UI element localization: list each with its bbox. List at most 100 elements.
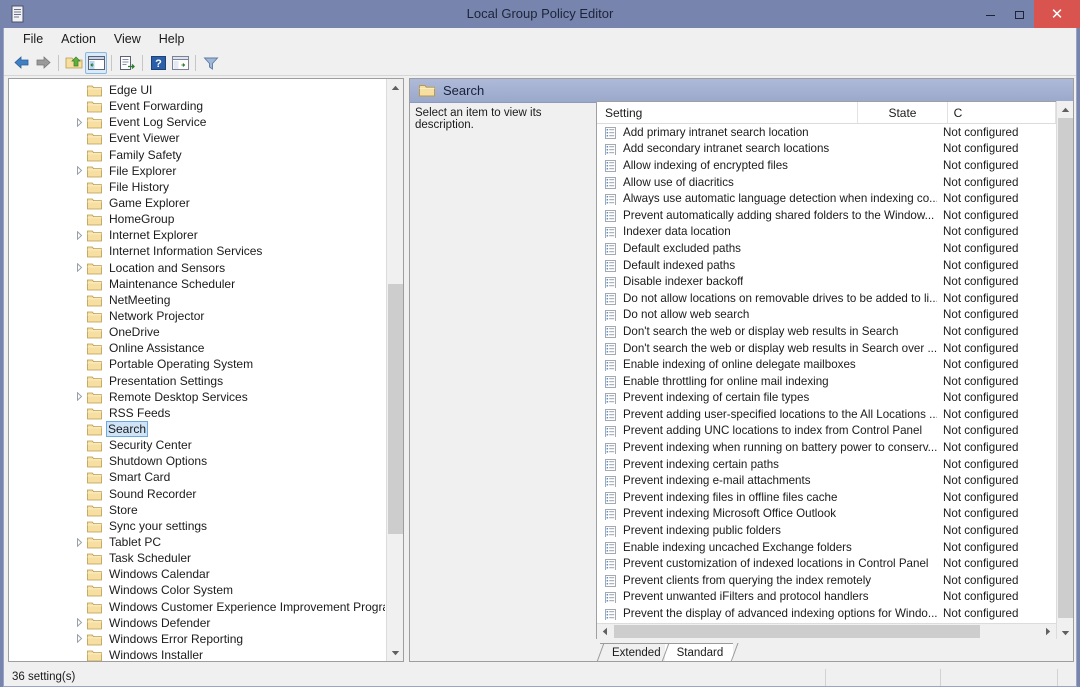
tree-item-search[interactable]: Search xyxy=(9,421,385,438)
setting-row[interactable]: Prevent indexing of certain file types No… xyxy=(597,390,1056,407)
tree-item-internet-explorer[interactable]: Internet Explorer xyxy=(9,227,385,243)
setting-row[interactable]: Prevent indexing public folders Not confi… xyxy=(597,522,1056,539)
tree-item-rss-feeds[interactable]: RSS Feeds xyxy=(9,405,385,421)
setting-row[interactable]: Do not allow web search Not configured xyxy=(597,307,1056,324)
setting-row[interactable]: Prevent indexing certain paths Not config… xyxy=(597,456,1056,473)
hscroll-right-button[interactable] xyxy=(1040,624,1056,639)
menu-action[interactable]: Action xyxy=(52,30,105,48)
setting-row[interactable]: Always use automatic language detection … xyxy=(597,190,1056,207)
tree-item-internet-information-services[interactable]: Internet Information Services xyxy=(9,243,385,259)
setting-row[interactable]: Enable indexing uncached Exchange folder… xyxy=(597,539,1056,556)
chevron-right-icon[interactable] xyxy=(75,166,84,176)
tree-item-windows-color-system[interactable]: Windows Color System xyxy=(9,582,385,598)
tree-item-file-explorer[interactable]: File Explorer xyxy=(9,163,385,179)
tree-item-windows-defender[interactable]: Windows Defender xyxy=(9,615,385,631)
tree-vertical-scrollbar[interactable] xyxy=(386,79,403,661)
help-button[interactable]: ? xyxy=(147,52,169,74)
tree-scrollbar-thumb[interactable] xyxy=(388,284,403,534)
tree-item-store[interactable]: Store xyxy=(9,502,385,518)
chevron-right-icon[interactable] xyxy=(75,618,84,628)
tree-item-portable-operating-system[interactable]: Portable Operating System xyxy=(9,356,385,372)
chevron-right-icon[interactable] xyxy=(75,117,84,127)
tree-item-shutdown-options[interactable]: Shutdown Options xyxy=(9,453,385,469)
tree-item-network-projector[interactable]: Network Projector xyxy=(9,308,385,324)
tree-item-netmeeting[interactable]: NetMeeting xyxy=(9,292,385,308)
tree-item-game-explorer[interactable]: Game Explorer xyxy=(9,195,385,211)
setting-row[interactable]: Default indexed paths Not configured xyxy=(597,257,1056,274)
tree-item-online-assistance[interactable]: Online Assistance xyxy=(9,340,385,356)
setting-row[interactable]: Prevent clients from querying the index … xyxy=(597,572,1056,589)
filter-button[interactable] xyxy=(200,52,222,74)
tree-item-event-log-service[interactable]: Event Log Service xyxy=(9,114,385,130)
settings-vertical-scrollbar[interactable] xyxy=(1056,101,1073,661)
setting-row[interactable]: Allow use of diacritics Not configured xyxy=(597,174,1056,191)
menu-help[interactable]: Help xyxy=(150,30,194,48)
tree-item-windows-customer-experience-improvement-program[interactable]: Windows Customer Experience Improvement … xyxy=(9,599,385,615)
setting-row[interactable]: Prevent automatically adding shared fold… xyxy=(597,207,1056,224)
forward-button[interactable] xyxy=(32,52,54,74)
menu-file[interactable]: File xyxy=(14,30,52,48)
setting-row[interactable]: Indexer data location Not configured xyxy=(597,224,1056,241)
tree-item-sound-recorder[interactable]: Sound Recorder xyxy=(9,486,385,502)
minimize-button[interactable] xyxy=(976,0,1005,28)
tree-item-smart-card[interactable]: Smart Card xyxy=(9,469,385,485)
tree-item-windows-calendar[interactable]: Windows Calendar xyxy=(9,566,385,582)
close-button[interactable]: ✕ xyxy=(1034,0,1080,28)
chevron-right-icon[interactable] xyxy=(75,263,84,273)
tree-item-event-viewer[interactable]: Event Viewer xyxy=(9,130,385,146)
setting-row[interactable]: Enable indexing of online delegate mailb… xyxy=(597,356,1056,373)
chevron-right-icon[interactable] xyxy=(75,230,84,240)
maximize-button[interactable] xyxy=(1005,0,1034,28)
setting-row[interactable]: Add secondary intranet search locations N… xyxy=(597,141,1056,158)
setting-row[interactable]: Prevent indexing e-mail attachments Not c… xyxy=(597,472,1056,489)
column-header-state[interactable]: State xyxy=(858,102,948,123)
setting-row[interactable]: Prevent adding user-specified locations … xyxy=(597,406,1056,423)
setting-row[interactable]: Don't search the web or display web resu… xyxy=(597,323,1056,340)
tree-scroll-down-button[interactable] xyxy=(387,644,403,661)
settings-scrollbar-thumb[interactable] xyxy=(1058,118,1073,618)
tree-item-remote-desktop-services[interactable]: Remote Desktop Services xyxy=(9,389,385,405)
show-hide-action-pane-button[interactable] xyxy=(169,52,191,74)
export-list-button[interactable] xyxy=(116,52,138,74)
setting-row[interactable]: Enable throttling for online mail indexi… xyxy=(597,373,1056,390)
tree-item-security-center[interactable]: Security Center xyxy=(9,437,385,453)
show-hide-console-tree-button[interactable] xyxy=(85,51,107,74)
setting-row[interactable]: Add primary intranet search location Not … xyxy=(597,124,1056,141)
hscroll-left-button[interactable] xyxy=(597,624,613,639)
setting-row[interactable]: Prevent adding UNC locations to index fr… xyxy=(597,423,1056,440)
tree-item-tablet-pc[interactable]: Tablet PC xyxy=(9,534,385,550)
column-header-setting[interactable]: Setting xyxy=(597,102,859,123)
chevron-right-icon[interactable] xyxy=(75,392,84,402)
chevron-right-icon[interactable] xyxy=(75,537,84,547)
tree-item-presentation-settings[interactable]: Presentation Settings xyxy=(9,373,385,389)
setting-row[interactable]: Default excluded paths Not configured xyxy=(597,240,1056,257)
chevron-right-icon[interactable] xyxy=(75,634,84,644)
tree-item-family-safety[interactable]: Family Safety xyxy=(9,147,385,163)
up-one-level-button[interactable] xyxy=(63,52,85,74)
column-header-comment[interactable]: C xyxy=(948,102,1057,123)
setting-row[interactable]: Prevent the display of advanced indexing… xyxy=(597,605,1056,622)
setting-row[interactable]: Don't search the web or display web resu… xyxy=(597,340,1056,357)
settings-scroll-up-button[interactable] xyxy=(1057,101,1073,118)
setting-row[interactable]: Prevent indexing Microsoft Office Outloo… xyxy=(597,506,1056,523)
tree-item-sync-your-settings[interactable]: Sync your settings xyxy=(9,518,385,534)
setting-row[interactable]: Do not allow locations on removable driv… xyxy=(597,290,1056,307)
tree-item-file-history[interactable]: File History xyxy=(9,179,385,195)
setting-row[interactable]: Disable indexer backoff Not configured xyxy=(597,273,1056,290)
menu-view[interactable]: View xyxy=(105,30,150,48)
setting-row[interactable]: Prevent indexing files in offline files … xyxy=(597,489,1056,506)
tree-item-windows-error-reporting[interactable]: Windows Error Reporting xyxy=(9,631,385,647)
tree-item-onedrive[interactable]: OneDrive xyxy=(9,324,385,340)
tree-item-location-and-sensors[interactable]: Location and Sensors xyxy=(9,260,385,276)
back-button[interactable] xyxy=(10,52,32,74)
tree-item-homegroup[interactable]: HomeGroup xyxy=(9,211,385,227)
tree-item-event-forwarding[interactable]: Event Forwarding xyxy=(9,98,385,114)
tab-standard[interactable]: Standard xyxy=(661,642,739,661)
tree-item-windows-installer[interactable]: Windows Installer xyxy=(9,647,385,661)
settings-horizontal-scrollbar[interactable] xyxy=(597,623,1056,639)
tree-item-task-scheduler[interactable]: Task Scheduler xyxy=(9,550,385,566)
setting-row[interactable]: Prevent indexing when running on battery… xyxy=(597,439,1056,456)
tree-scroll-up-button[interactable] xyxy=(387,79,403,96)
tree-item-edge-ui[interactable]: Edge UI xyxy=(9,82,385,98)
setting-row[interactable]: Allow indexing of encrypted files Not con… xyxy=(597,157,1056,174)
